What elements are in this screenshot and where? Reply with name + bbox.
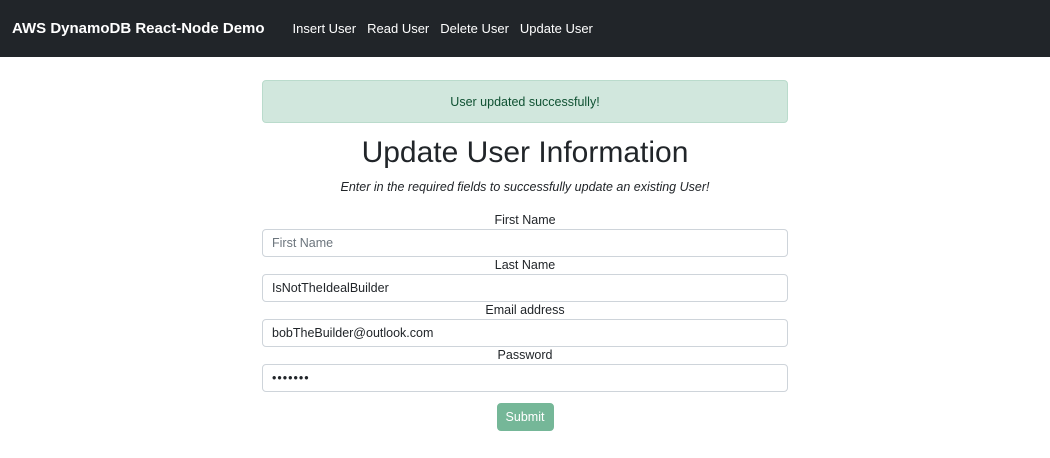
first-name-input[interactable] bbox=[262, 229, 788, 257]
password-input[interactable] bbox=[262, 364, 788, 392]
last-name-label: Last Name bbox=[494, 258, 556, 272]
nav-link-insert-user[interactable]: Insert User bbox=[293, 21, 357, 36]
nav-link-delete-user[interactable]: Delete User bbox=[440, 21, 509, 36]
navbar: AWS DynamoDB React-Node Demo Insert User… bbox=[0, 0, 1050, 57]
main-content: User updated successfully! Update User I… bbox=[262, 80, 788, 431]
nav-links: Insert User Read User Delete User Update… bbox=[293, 21, 604, 36]
nav-link-update-user[interactable]: Update User bbox=[520, 21, 593, 36]
success-alert: User updated successfully! bbox=[262, 80, 788, 123]
alert-message: User updated successfully! bbox=[450, 94, 600, 109]
page-subtitle: Enter in the required fields to successf… bbox=[340, 180, 710, 194]
email-input[interactable] bbox=[262, 319, 788, 347]
email-label: Email address bbox=[485, 303, 565, 317]
first-name-label: First Name bbox=[494, 213, 556, 227]
nav-link-read-user[interactable]: Read User bbox=[367, 21, 429, 36]
submit-button[interactable]: Submit bbox=[496, 403, 554, 431]
last-name-input[interactable] bbox=[262, 274, 788, 302]
submit-wrapper: Submit bbox=[262, 403, 788, 431]
navbar-brand[interactable]: AWS DynamoDB React-Node Demo bbox=[12, 20, 265, 37]
update-user-form: First Name Last Name Email address Passw… bbox=[262, 213, 788, 431]
password-label: Password bbox=[497, 348, 553, 362]
page-title: Update User Information bbox=[361, 136, 689, 169]
